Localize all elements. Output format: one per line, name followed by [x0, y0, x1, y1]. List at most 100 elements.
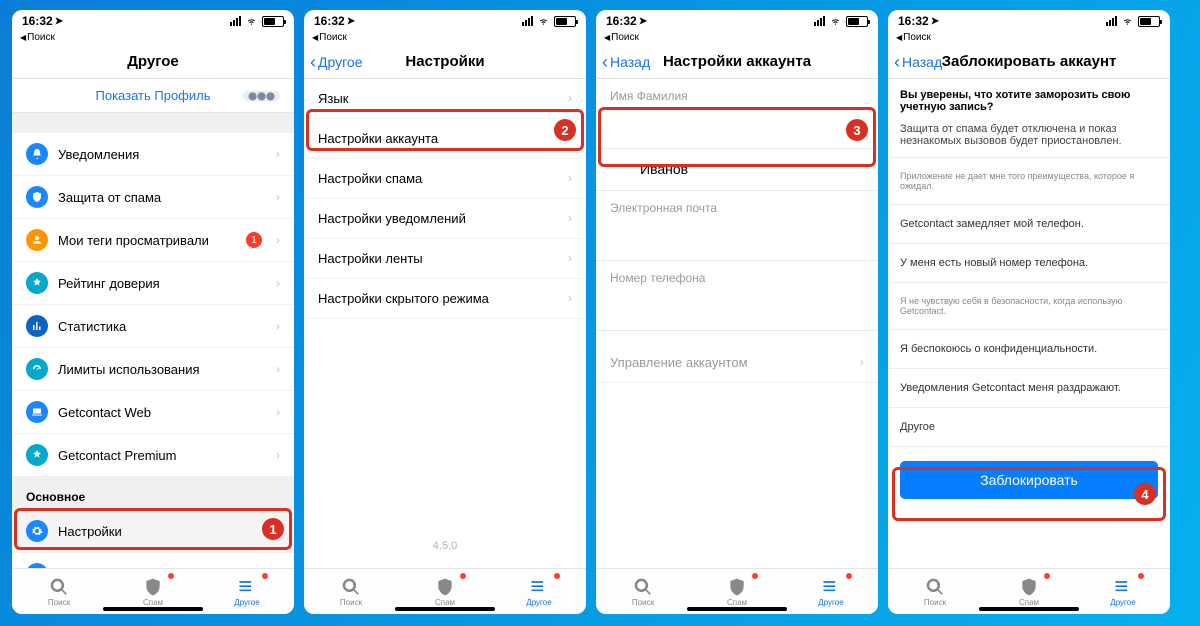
row-manage-account[interactable]: Управление аккаунтом› [596, 343, 878, 383]
location-icon: ➤ [55, 16, 63, 27]
page-title: Настройки [405, 53, 484, 70]
breadcrumb[interactable]: ◀Поиск [304, 32, 586, 45]
wifi-icon [1121, 16, 1134, 26]
row-help[interactable]: Помощь и поддержка› [12, 553, 294, 568]
tab-other[interactable]: Другое [492, 569, 586, 614]
location-icon: ➤ [347, 16, 355, 27]
show-profile-link[interactable]: Показать Профиль ⬤⬤⬤ [12, 79, 294, 113]
menu-group: Уведомления› Защита от спама› Мои теги п… [12, 133, 294, 476]
last-name-field[interactable]: Иванов [596, 149, 878, 191]
status-bar: 16:32➤ [304, 10, 586, 32]
back-button[interactable]: ‹Назад [894, 54, 942, 70]
gear-icon [26, 520, 48, 542]
nav-header: Другое [12, 45, 294, 79]
reason-6[interactable]: Уведомления Getcontact меня раздражают. [888, 369, 1170, 408]
step-number-1: 1 [262, 518, 284, 540]
status-icons [230, 16, 284, 27]
row-limits[interactable]: Лимиты использования› [12, 348, 294, 391]
notification-dot [460, 573, 466, 579]
tab-search[interactable]: Поиск [304, 569, 398, 614]
wifi-icon [829, 16, 842, 26]
page-title: Заблокировать аккаунт [942, 53, 1117, 70]
email-field[interactable] [596, 219, 878, 261]
breadcrumb[interactable]: ◀Поиск [12, 32, 294, 45]
tab-other[interactable]: Другое [1076, 569, 1170, 614]
status-time: 16:32 [22, 14, 53, 28]
reason-2[interactable]: Getcontact замедляет мой телефон. [888, 205, 1170, 244]
phone-field[interactable] [596, 289, 878, 331]
badge-icon [26, 272, 48, 294]
wifi-icon [245, 16, 258, 26]
tab-search[interactable]: Поиск [888, 569, 982, 614]
chevron-right-icon: › [276, 362, 280, 376]
signal-icon [522, 16, 533, 26]
status-bar: 16:32➤ [888, 10, 1170, 32]
person-icon [26, 229, 48, 251]
row-my-tags[interactable]: Мои теги просматривали 1 › [12, 219, 294, 262]
tab-other[interactable]: Другое [200, 569, 294, 614]
status-bar: 16:32➤ [12, 10, 294, 32]
group-main: Настройки› Помощь и поддержка› 1 [12, 510, 294, 568]
label-phone: Номер телефона [596, 261, 878, 289]
row-feed-settings[interactable]: Настройки ленты› [304, 239, 586, 279]
bell-icon [26, 143, 48, 165]
notification-dot [846, 573, 852, 579]
chevron-right-icon: › [568, 211, 572, 225]
block-button[interactable]: Заблокировать [900, 461, 1158, 499]
row-language[interactable]: Язык› [304, 79, 586, 119]
chevron-right-icon: › [276, 276, 280, 290]
reason-4[interactable]: Я не чувствую себя в безопасности, когда… [888, 283, 1170, 330]
breadcrumb[interactable]: ◀Поиск [888, 32, 1170, 45]
chevron-right-icon: › [276, 405, 280, 419]
badge-count: 1 [246, 232, 262, 248]
back-button[interactable]: ‹Другое [310, 54, 362, 70]
tab-search[interactable]: Поиск [596, 569, 690, 614]
reason-5[interactable]: Я беспокоюсь о конфиденциальности. [888, 330, 1170, 369]
tab-search[interactable]: Поиск [12, 569, 106, 614]
tab-other[interactable]: Другое [784, 569, 878, 614]
signal-icon [1106, 16, 1117, 26]
chevron-right-icon: › [568, 291, 572, 305]
status-bar: 16:32➤ [596, 10, 878, 32]
row-spam-protect[interactable]: Защита от спама› [12, 176, 294, 219]
row-stats[interactable]: Статистика› [12, 305, 294, 348]
row-web[interactable]: Getcontact Web› [12, 391, 294, 434]
chevron-right-icon: › [568, 171, 572, 185]
notification-dot [1138, 573, 1144, 579]
battery-icon [1138, 16, 1160, 27]
row-notifications[interactable]: Уведомления› [12, 133, 294, 176]
content-area: Уведомления› Защита от спама› Мои теги п… [12, 113, 294, 568]
notification-dot [1044, 573, 1050, 579]
screen-account: 16:32➤ ◀Поиск ‹Назад Настройки аккаунта … [596, 10, 878, 614]
screen-block: 16:32➤ ◀Поиск ‹Назад Заблокировать аккау… [888, 10, 1170, 614]
chevron-right-icon: › [276, 448, 280, 462]
reason-3[interactable]: У меня есть новый номер телефона. [888, 244, 1170, 283]
reason-1[interactable]: Приложение не дает мне того преимущества… [888, 158, 1170, 205]
home-indicator [395, 607, 495, 611]
battery-icon [846, 16, 868, 27]
row-premium[interactable]: Getcontact Premium› [12, 434, 294, 476]
section-main: Основное [12, 476, 294, 510]
step-number-4: 4 [1134, 483, 1156, 505]
chevron-right-icon: › [568, 91, 572, 105]
reason-7[interactable]: Другое [888, 408, 1170, 447]
row-hidden-settings[interactable]: Настройки скрытого режима› [304, 279, 586, 319]
battery-icon [262, 16, 284, 27]
location-icon: ➤ [639, 16, 647, 27]
notification-dot [554, 573, 560, 579]
tab-bar: Поиск Спам Другое [596, 568, 878, 614]
label-email: Электронная почта [596, 191, 878, 219]
row-notif-settings[interactable]: Настройки уведомлений› [304, 199, 586, 239]
notification-dot [752, 573, 758, 579]
breadcrumb[interactable]: ◀Поиск [596, 32, 878, 45]
row-trust[interactable]: Рейтинг доверия› [12, 262, 294, 305]
battery-icon [554, 16, 576, 27]
row-settings[interactable]: Настройки› [12, 510, 294, 553]
back-button[interactable]: ‹Назад [602, 54, 650, 70]
first-name-field[interactable] [596, 107, 878, 149]
row-account-settings[interactable]: Настройки аккаунта› [304, 119, 586, 159]
chevron-right-icon: › [276, 190, 280, 204]
tab-bar: Поиск Спам Другое [304, 568, 586, 614]
row-spam-settings[interactable]: Настройки спама› [304, 159, 586, 199]
notification-dot [168, 573, 174, 579]
